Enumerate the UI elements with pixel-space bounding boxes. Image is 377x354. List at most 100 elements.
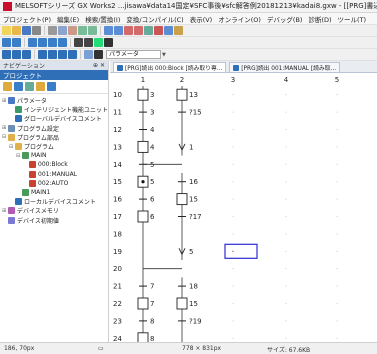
navigation-title: ナビゲーション [3,63,45,70]
new-icon[interactable] [2,26,11,35]
tree-item-label: ローカルデバイスコメント [24,199,96,207]
expand-icon[interactable]: ⊟ [2,134,7,140]
menu-item-3[interactable]: 変換/コンパイル(C) [123,14,186,24]
option-icon[interactable] [174,26,183,35]
search-combo[interactable]: パラメータ [106,50,161,59]
collapse-icon[interactable] [25,82,34,91]
cursor-coords: 186, 70px [4,345,35,352]
pin-close-icons[interactable]: ⊕ ✕ [93,62,105,69]
grid-dot [336,337,338,339]
file-size: サイズ: 67.6KB [267,347,311,354]
ladder-icon[interactable] [2,38,11,47]
menu-item-6[interactable]: デバッグ(B) [264,14,306,24]
tree-item[interactable]: 000:Block [0,160,108,169]
tab-0[interactable]: [PRG]読出 000:Block [読み取り専... [113,62,227,72]
tree-item[interactable]: グローバルデバイスコメント [0,114,108,123]
tree-item[interactable]: ⊟ プログラム [0,142,108,151]
grid-dot [232,146,234,148]
cut-icon[interactable] [48,26,57,35]
list-view-icon[interactable] [38,50,47,59]
read-plc-icon[interactable] [124,26,133,35]
app-logo-icon [3,1,12,11]
tree-item[interactable]: 002:AUTO [0,179,108,188]
open-folder-icon[interactable] [3,82,12,91]
menu-item-7[interactable]: 診断(D) [305,14,334,24]
grid-dot [232,111,234,113]
row-number: 21 [113,283,122,291]
properties-icon[interactable] [14,82,23,91]
write-plc-icon[interactable] [114,26,123,35]
monitor-icon[interactable] [104,26,113,35]
tree-item[interactable]: ⊟ プログラム部品 [0,133,108,142]
help-icon[interactable] [84,50,93,59]
active-label: 5 [150,178,154,186]
tree-item[interactable]: デバイス初期値 [0,215,108,225]
expand-icon[interactable]: ⊞ [2,208,7,214]
user-library-icon[interactable] [12,50,21,59]
connection-icon[interactable] [22,50,31,59]
window-icon[interactable] [164,26,173,35]
project-header: プロジェクト [0,70,108,80]
grid-dot [285,163,287,165]
trans-label: ?17 [189,213,202,221]
convert-icon[interactable] [144,26,153,35]
redo-icon[interactable] [88,26,97,35]
tree-item[interactable]: ローカルデバイスコメント [0,197,108,206]
menu-item-1[interactable]: 編集(E) [54,14,82,24]
copy-icon[interactable] [58,26,67,35]
replace-icon[interactable] [84,38,93,47]
tree-item[interactable]: 001:MANUAL [0,170,108,179]
trans-label: 18 [189,283,198,291]
verify-icon[interactable] [134,26,143,35]
menu-item-4[interactable]: 表示(V) [187,14,216,24]
menu-item-8[interactable]: ツール(T) [335,14,370,24]
step-label: 4 [150,143,155,151]
step-box [137,210,149,223]
menu-item-5[interactable]: オンライン(O) [215,14,264,24]
menu-item-2[interactable]: 検索/置換(I) [82,14,123,24]
tree-item[interactable]: ⊞ デバイスメモリ [0,206,108,215]
tree-item[interactable]: ⊟ MAIN [0,151,108,160]
tree-item-label: プログラム部品 [17,134,59,142]
filter-icon[interactable] [47,82,56,91]
tree-item[interactable]: MAIN1 [0,188,108,197]
expand-icon[interactable]: ⊞ [2,98,7,104]
sort-icon[interactable] [36,82,45,91]
tree-item-label: インテリジェント機能ユニット [24,107,109,115]
detail-view-icon[interactable] [48,50,57,59]
stop-icon[interactable] [154,26,163,35]
open-icon[interactable] [12,26,21,35]
cross-ref-icon[interactable] [58,50,67,59]
jump-icon[interactable] [58,38,67,47]
step-icon[interactable] [28,38,37,47]
zoom-icon[interactable] [94,38,103,47]
tree-item[interactable]: ⊞ パラメータ [0,96,108,105]
tab-1[interactable]: [PRG]読出 001:MANUAL [読み取... [229,62,341,72]
expand-icon[interactable]: ⊟ [16,153,21,159]
transition-icon[interactable] [38,38,47,47]
tree-item[interactable]: ⊞ プログラム設定 [0,124,108,133]
title-bar: MELSOFTシリーズ GX Works2 ...jisawa¥data14国定… [0,0,377,13]
chevron-down-icon[interactable]: ▼ [162,52,166,58]
undo-icon[interactable] [78,26,87,35]
menu-item-0[interactable]: プロジェクト(P) [0,14,54,24]
paste-icon[interactable] [68,26,77,35]
save-icon[interactable] [22,26,31,35]
binoculars-icon[interactable] [94,50,103,59]
init-icon [8,216,15,224]
toolbar-program [0,37,377,49]
device-icon[interactable] [104,38,113,47]
expand-icon[interactable]: ⊟ [9,144,14,150]
find-icon[interactable] [74,38,83,47]
print-icon[interactable] [32,26,41,35]
row-number: 24 [113,335,122,342]
device-list-icon[interactable] [68,50,77,59]
tree-item[interactable]: インテリジェント機能ユニット [0,105,108,114]
branch-icon[interactable] [48,38,57,47]
sfc-editor: [PRG]読出 000:Block [読み取り専... [PRG]読出 001:M… [110,61,377,342]
project-view-icon[interactable] [2,50,11,59]
cursor-box [224,243,258,259]
sfc-diagram[interactable]: 1 2 3 4 510111213141516171819202122232433445… [110,73,377,342]
expand-icon[interactable]: ⊞ [2,125,7,131]
sfc-icon[interactable] [12,38,21,47]
